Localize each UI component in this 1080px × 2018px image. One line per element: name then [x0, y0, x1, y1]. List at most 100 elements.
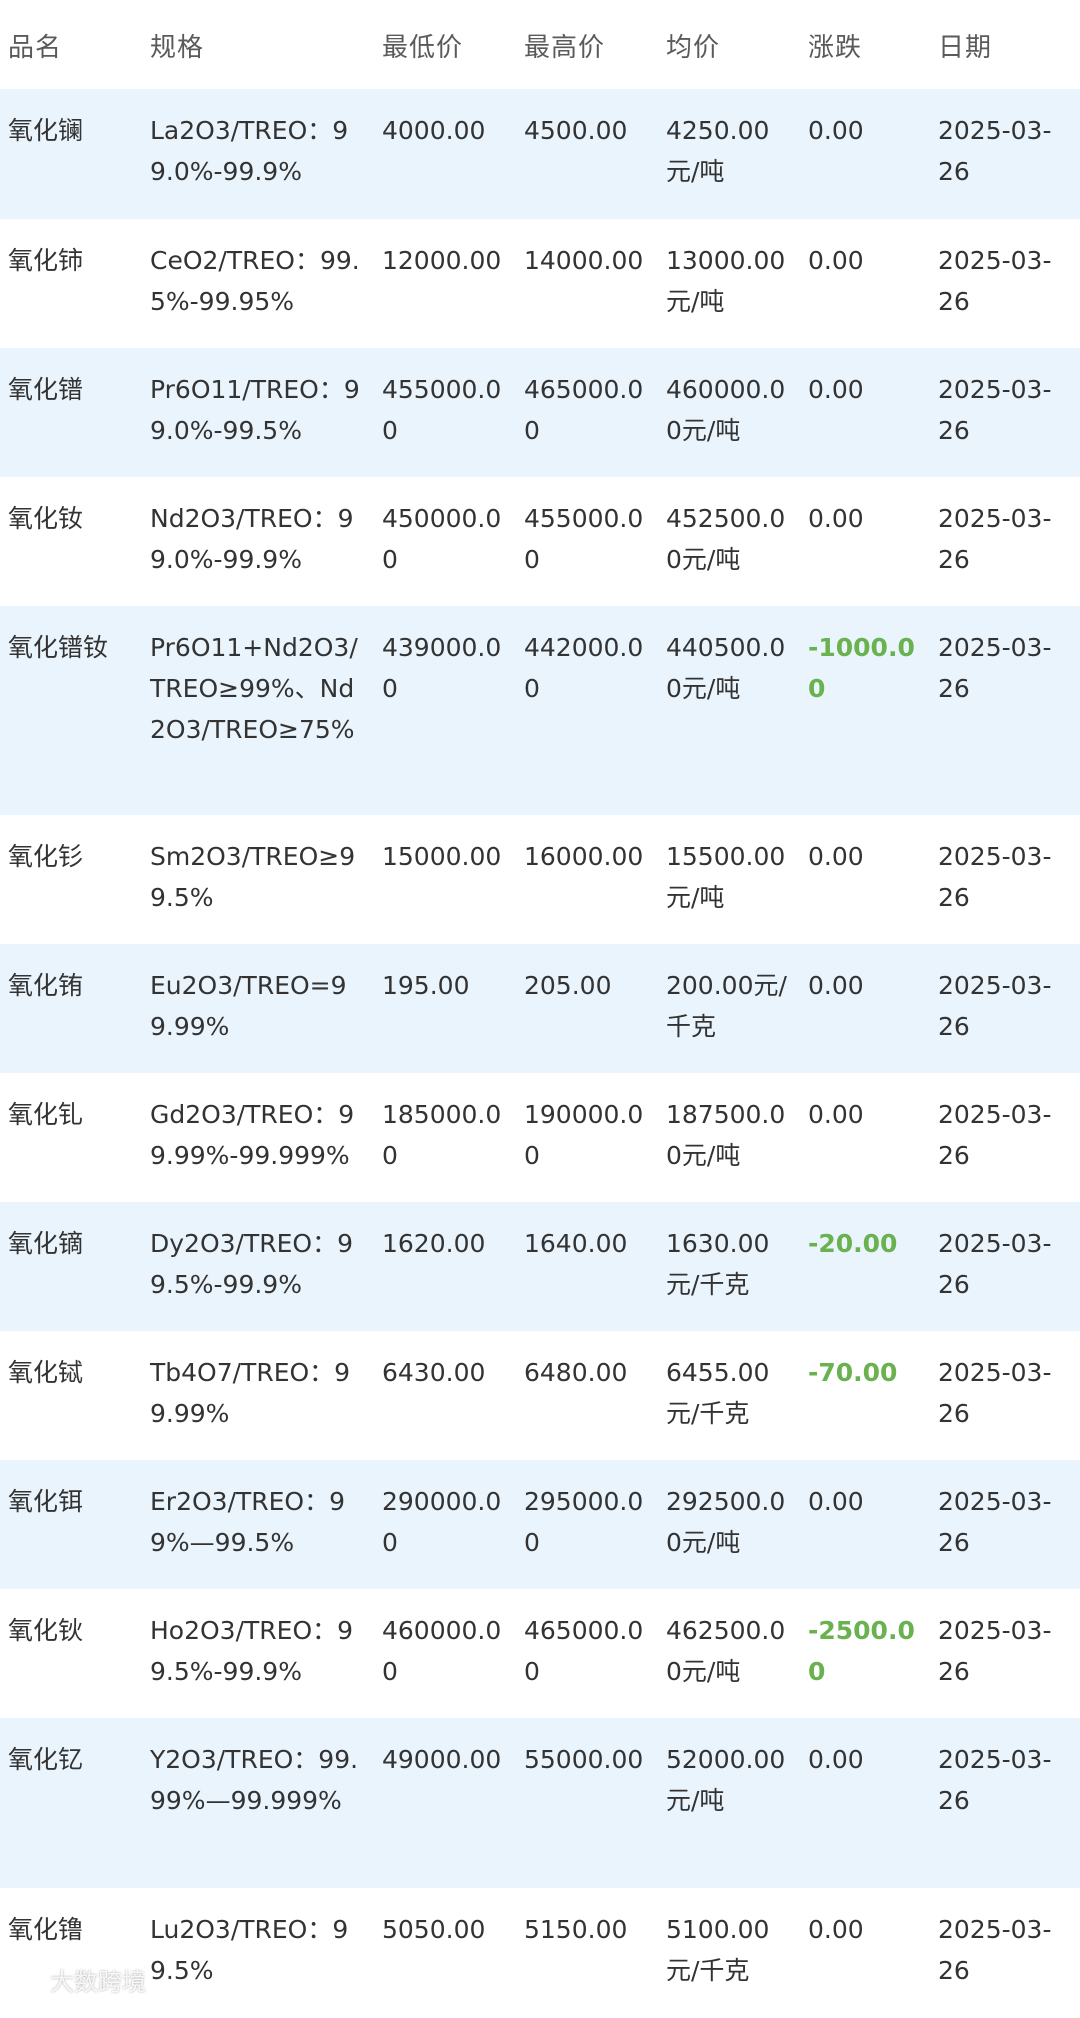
row-avg-price-cell: 452500.00元/吨: [666, 504, 786, 574]
row-low-price-cell: 5050.00: [382, 1915, 486, 1944]
row-name-cell: 氧化镧: [8, 116, 84, 145]
header-date: 日期: [938, 33, 993, 63]
row-high-price-cell: 465000.00: [524, 1616, 644, 1686]
row-spec-cell: Eu2O3/TREO=99.99%: [150, 971, 347, 1041]
row-date-cell: 2025-03-26: [938, 633, 1052, 703]
table-row: 氧化铕 Eu2O3/TREO=99.99% 195.00 205.00 200.00元/…: [0, 944, 1080, 1073]
row-name-cell: 氧化钐: [8, 842, 84, 871]
row-name-cell: 氧化钇: [8, 1745, 84, 1774]
row-name-cell: 氧化钕: [8, 504, 84, 533]
row-high-price-cell: 4500.00: [524, 116, 628, 145]
row-spec-cell: Dy2O3/TREO：99.5%-99.9%: [150, 1229, 353, 1299]
row-name-cell: 氧化铕: [8, 971, 84, 1000]
table-row: 氧化钬 Ho2O3/TREO：99.5%-99.9% 460000.00 465000…: [0, 1589, 1080, 1718]
row-high-price-cell: 190000.00: [524, 1100, 644, 1170]
row-name-cell: 氧化镝: [8, 1229, 84, 1258]
row-date-cell: 2025-03-26: [938, 971, 1052, 1041]
row-change-cell: 0.00: [808, 842, 864, 871]
row-change-cell: 0.00: [808, 1100, 864, 1129]
row-date-cell: 2025-03-26: [938, 116, 1052, 186]
row-high-price-cell: 16000.00: [524, 842, 644, 871]
table-row: 氧化镨 Pr6O11/TREO：99.0%-99.5% 455000.00 46500…: [0, 348, 1080, 477]
row-name-cell: 氧化铽: [8, 1358, 84, 1387]
row-change-cell: 0.00: [808, 116, 864, 145]
row-name-cell: 氧化镨钕: [8, 633, 109, 662]
header-high-price: 最高价: [524, 33, 606, 63]
row-change-cell: 0.00: [808, 1745, 864, 1774]
row-low-price-cell: 195.00: [382, 971, 470, 1000]
row-high-price-cell: 6480.00: [524, 1358, 628, 1387]
row-low-price-cell: 1620.00: [382, 1229, 486, 1258]
row-low-price-cell: 12000.00: [382, 246, 502, 275]
row-low-price-cell: 290000.00: [382, 1487, 502, 1557]
row-date-cell: 2025-03-26: [938, 1358, 1052, 1428]
row-date-cell: 2025-03-26: [938, 246, 1052, 316]
table-row: 氧化镧 La2O3/TREO：99.0%-99.9% 4000.00 4500.00 4…: [0, 89, 1080, 219]
row-date-cell: 2025-03-26: [938, 1616, 1052, 1686]
row-spec-cell: Nd2O3/TREO：99.0%-99.9%: [150, 504, 354, 574]
row-avg-price-cell: 187500.00元/吨: [666, 1100, 786, 1170]
row-low-price-cell: 4000.00: [382, 116, 486, 145]
row-spec-cell: Ho2O3/TREO：99.5%-99.9%: [150, 1616, 354, 1686]
row-date-cell: 2025-03-26: [938, 504, 1052, 574]
row-avg-price-cell: 52000.00元/吨: [666, 1745, 786, 1815]
row-high-price-cell: 14000.00: [524, 246, 644, 275]
row-spec-cell: Sm2O3/TREO≥99.5%: [150, 842, 356, 912]
row-low-price-cell: 460000.00: [382, 1616, 502, 1686]
row-high-price-cell: 55000.00: [524, 1745, 644, 1774]
row-date-cell: 2025-03-26: [938, 1915, 1052, 1985]
row-high-price-cell: 455000.00: [524, 504, 644, 574]
row-avg-price-cell: 13000.00元/吨: [666, 246, 786, 316]
row-spec-cell: Y2O3/TREO：99.99%—99.999%: [150, 1745, 359, 1815]
row-avg-price-cell: 200.00元/千克: [666, 971, 787, 1041]
header-low-price: 最低价: [382, 33, 464, 63]
table-row: 氧化钕 Nd2O3/TREO：99.0%-99.9% 450000.00 455000…: [0, 477, 1080, 606]
row-change-cell: -20.00: [808, 1229, 898, 1258]
table-row: 氧化铒 Er2O3/TREO：99%—99.5% 290000.00 295000.0…: [0, 1460, 1080, 1589]
row-spec-cell: Er2O3/TREO：99%—99.5%: [150, 1487, 346, 1557]
row-date-cell: 2025-03-26: [938, 1745, 1052, 1815]
row-change-cell: 0.00: [808, 1915, 864, 1944]
row-change-cell: -70.00: [808, 1358, 898, 1387]
watermark: 大数跨境: [10, 1962, 146, 1997]
row-high-price-cell: 5150.00: [524, 1915, 628, 1944]
row-avg-price-cell: 292500.00元/吨: [666, 1487, 786, 1557]
row-avg-price-cell: 5100.00元/千克: [666, 1915, 770, 1985]
table-row: 氧化镥 Lu2O3/TREO：99.5% 5050.00 5150.00 5100.00…: [0, 1888, 1080, 2018]
row-avg-price-cell: 6455.00元/千克: [666, 1358, 770, 1428]
row-spec-cell: Tb4O7/TREO：99.99%: [150, 1358, 351, 1428]
row-change-cell: -2500.00: [808, 1616, 915, 1686]
row-name-cell: 氧化镥: [8, 1915, 84, 1944]
row-change-cell: 0.00: [808, 1487, 864, 1516]
row-low-price-cell: 6430.00: [382, 1358, 486, 1387]
header-name: 品名: [8, 33, 63, 63]
row-name-cell: 氧化铈: [8, 246, 84, 275]
row-avg-price-cell: 462500.00元/吨: [666, 1616, 786, 1686]
row-avg-price-cell: 440500.00元/吨: [666, 633, 786, 703]
row-avg-price-cell: 460000.00元/吨: [666, 375, 786, 445]
row-name-cell: 氧化镨: [8, 375, 84, 404]
row-high-price-cell: 295000.00: [524, 1487, 644, 1557]
row-change-cell: -1000.00: [808, 633, 915, 703]
row-date-cell: 2025-03-26: [938, 375, 1052, 445]
row-spec-cell: Pr6O11+Nd2O3/TREO≥99%、Nd2O3/TREO≥75%: [150, 633, 358, 744]
row-high-price-cell: 1640.00: [524, 1229, 628, 1258]
table-row: 氧化铈 CeO2/TREO：99.5%-99.95% 12000.00 14000.0…: [0, 219, 1080, 348]
row-spec-cell: Pr6O11/TREO：99.0%-99.5%: [150, 375, 360, 445]
row-low-price-cell: 439000.00: [382, 633, 502, 703]
row-name-cell: 氧化铒: [8, 1487, 84, 1516]
row-change-cell: 0.00: [808, 375, 864, 404]
table-header: 品名 规格 最低价 最高价 均价 涨跌 日期: [0, 0, 1080, 89]
row-date-cell: 2025-03-26: [938, 1487, 1052, 1557]
row-avg-price-cell: 15500.00元/吨: [666, 842, 786, 912]
row-low-price-cell: 49000.00: [382, 1745, 502, 1774]
row-name-cell: 氧化钬: [8, 1616, 84, 1645]
header-avg-price: 均价: [666, 33, 721, 63]
row-high-price-cell: 442000.00: [524, 633, 644, 703]
header-change: 涨跌: [808, 33, 863, 63]
row-change-cell: 0.00: [808, 504, 864, 533]
row-name-cell: 氧化钆: [8, 1100, 84, 1129]
row-high-price-cell: 465000.00: [524, 375, 644, 445]
row-spec-cell: La2O3/TREO：99.0%-99.9%: [150, 116, 349, 186]
watermark-text: 大数跨境: [50, 1968, 146, 1996]
